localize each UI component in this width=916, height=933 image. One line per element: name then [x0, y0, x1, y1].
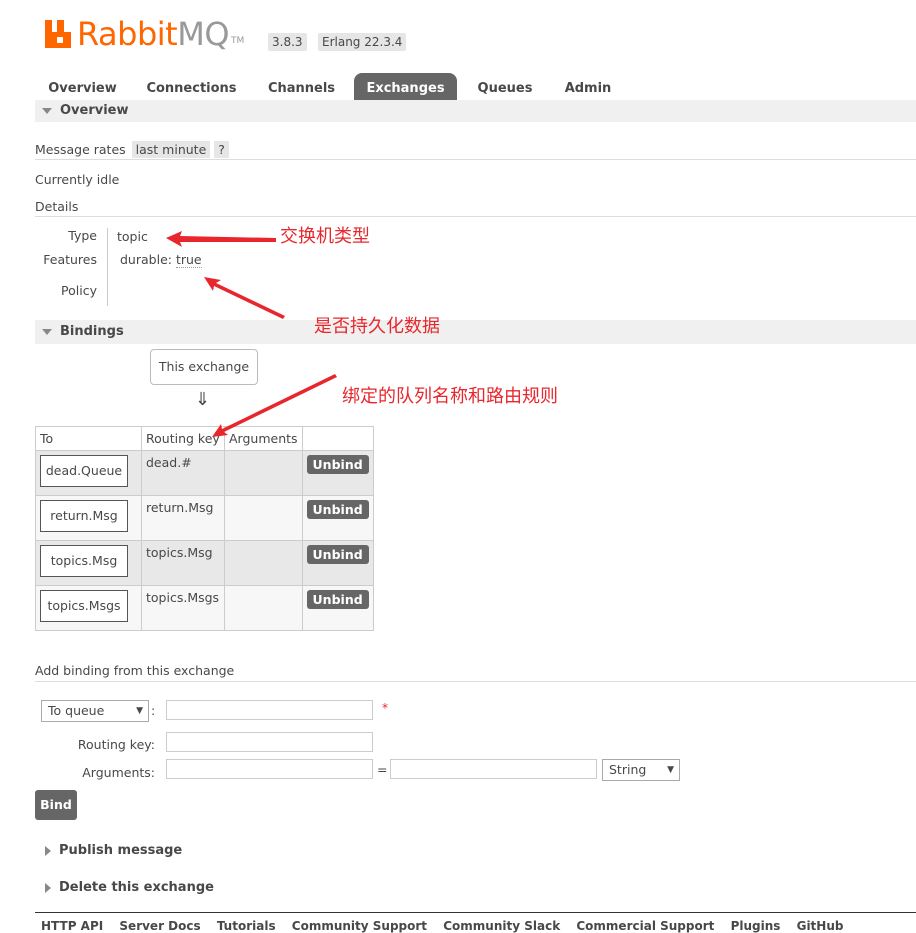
annotation-arrow-durable	[204, 277, 285, 319]
annotation-binding-note: 绑定的队列名称和路由规则	[342, 386, 558, 407]
annotation-overlay	[166, 231, 337, 437]
annotation-durable-note: 是否持久化数据	[314, 316, 440, 337]
annotation-type-note: 交换机类型	[280, 226, 370, 247]
annotation-arrow-binding	[212, 374, 337, 437]
annotation-arrow-type	[166, 231, 276, 247]
